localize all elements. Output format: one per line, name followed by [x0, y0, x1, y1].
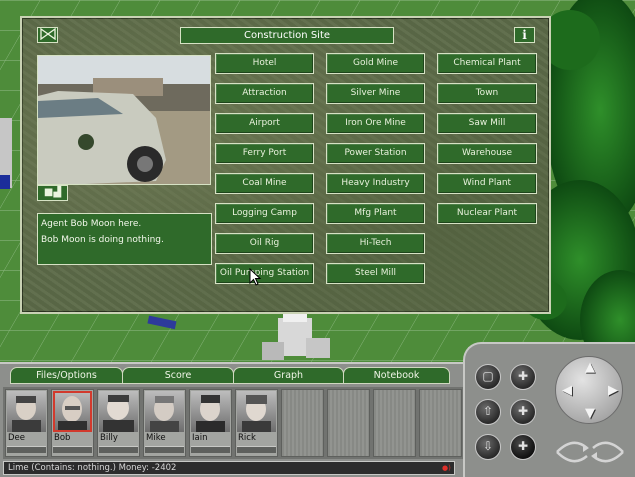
crosshair-icon: ✚: [517, 439, 529, 453]
build-saw-mill-button[interactable]: Saw Mill: [437, 113, 537, 134]
agents-strip: Dee Bob Billy Mike Iain Rick: [3, 387, 465, 459]
agent-status-bar: [7, 446, 46, 453]
avatar-selected: [53, 391, 92, 432]
square-view-button[interactable]: ▢: [475, 364, 501, 390]
build-oil-rig-button[interactable]: Oil Rig: [215, 233, 314, 254]
agent-slot-billy[interactable]: Billy: [97, 389, 140, 457]
rotate-view-icon[interactable]: [553, 434, 627, 468]
agent-name: Mike: [146, 433, 166, 443]
move-icon: ✚: [517, 404, 529, 418]
agent-name: Iain: [192, 433, 208, 443]
agent-status-bar: [145, 446, 184, 453]
agent-photo: [37, 55, 211, 185]
build-attraction-button[interactable]: Attraction: [215, 83, 314, 104]
avatar: [99, 391, 138, 432]
agent-status-bar: [53, 446, 92, 453]
tab-graph[interactable]: Graph: [233, 367, 344, 384]
build-ferry-port-button[interactable]: Ferry Port: [215, 143, 314, 164]
agent-slot-mike[interactable]: Mike: [143, 389, 186, 457]
agent-name: Dee: [8, 433, 26, 443]
build-mfg-plant-button[interactable]: Mfg Plant: [326, 203, 425, 224]
center-view-button[interactable]: ✚: [510, 434, 536, 460]
photo-toggle-button[interactable]: ■▟: [37, 185, 68, 201]
build-logging-camp-button[interactable]: Logging Camp: [215, 203, 314, 224]
camera-icon: ■▟: [43, 187, 62, 198]
build-steel-mill-button[interactable]: Steel Mill: [326, 263, 425, 284]
build-oil-pumping-station-button[interactable]: Oil Pumping Station: [215, 263, 314, 284]
construction-dialog: Construction Site i ■▟ Agent Bob Moon he…: [20, 16, 551, 314]
build-chemical-plant-button[interactable]: Chemical Plant: [437, 53, 537, 74]
build-hi-tech-button[interactable]: Hi-Tech: [326, 233, 425, 254]
agent-slot-empty[interactable]: [281, 389, 324, 457]
status-bar: Lime (Contains: nothing.) Money: -2402: [3, 461, 455, 475]
avatar: [237, 391, 276, 432]
info-button[interactable]: i: [514, 27, 535, 43]
dialog-title: Construction Site: [180, 27, 394, 44]
avatar: [145, 391, 184, 432]
arrow-up-icon[interactable]: ▲: [583, 361, 597, 375]
build-iron-ore-mine-button[interactable]: Iron Ore Mine: [326, 113, 425, 134]
build-gold-mine-button[interactable]: Gold Mine: [326, 53, 425, 74]
build-warehouse-button[interactable]: Warehouse: [437, 143, 537, 164]
build-nuclear-plant-button[interactable]: Nuclear Plant: [437, 203, 537, 224]
square-icon: ▢: [482, 369, 494, 383]
zoom-in-button[interactable]: ✚: [510, 364, 536, 390]
avatar: [191, 391, 230, 432]
camera-control-panel: ▢ ✚ ⇧ ✚ ⇩ ✚ ▲ ▼ ◀ ▶: [463, 342, 635, 477]
agent-slot-bob[interactable]: Bob: [51, 389, 94, 457]
tab-notebook[interactable]: Notebook: [343, 367, 450, 384]
agent-status-bar: [99, 446, 138, 453]
agent-slot-rick[interactable]: Rick: [235, 389, 278, 457]
bottom-toolbar: Files/Options Score Graph Notebook Dee B…: [0, 362, 470, 477]
plus-icon: ✚: [517, 369, 529, 383]
arrow-up-icon: ⇧: [482, 404, 494, 418]
build-town-button[interactable]: Town: [437, 83, 537, 104]
sound-icon[interactable]: ●): [442, 465, 451, 472]
build-silver-mine-button[interactable]: Silver Mine: [326, 83, 425, 104]
direction-pad[interactable]: ▲ ▼ ◀ ▶: [555, 356, 623, 424]
zoom-out-button[interactable]: ✚: [510, 399, 536, 425]
tab-files-options[interactable]: Files/Options: [10, 367, 123, 384]
arrow-down-icon: ⇩: [482, 439, 494, 453]
info-icon: i: [522, 28, 527, 42]
avatar: [7, 391, 46, 432]
agent-slot-empty[interactable]: [373, 389, 416, 457]
build-heavy-industry-button[interactable]: Heavy Industry: [326, 173, 425, 194]
rotate-down-button[interactable]: ⇩: [475, 434, 501, 460]
agent-slot-empty[interactable]: [327, 389, 370, 457]
agent-status-bar: [237, 446, 276, 453]
build-coal-mine-button[interactable]: Coal Mine: [215, 173, 314, 194]
build-hotel-button[interactable]: Hotel: [215, 53, 314, 74]
close-icon: [39, 27, 56, 43]
agent-name: Rick: [238, 433, 256, 443]
build-airport-button[interactable]: Airport: [215, 113, 314, 134]
agent-line-1: Agent Bob Moon here.: [41, 219, 142, 229]
agent-slot-dee[interactable]: Dee: [5, 389, 48, 457]
agent-slot-empty[interactable]: [419, 389, 462, 457]
agent-status-bar: [191, 446, 230, 453]
rotate-up-button[interactable]: ⇧: [475, 399, 501, 425]
agent-name: Bob: [54, 433, 71, 443]
tab-score[interactable]: Score: [122, 367, 234, 384]
agent-line-2: Bob Moon is doing nothing.: [41, 235, 164, 245]
build-wind-plant-button[interactable]: Wind Plant: [437, 173, 537, 194]
arrow-right-icon[interactable]: ▶: [606, 384, 620, 398]
arrow-down-icon[interactable]: ▼: [583, 407, 597, 421]
agent-name: Billy: [100, 433, 118, 443]
agent-slot-iain[interactable]: Iain: [189, 389, 232, 457]
build-power-station-button[interactable]: Power Station: [326, 143, 425, 164]
mouse-pointer-icon: [249, 268, 261, 286]
close-button[interactable]: [37, 27, 58, 43]
agent-message-box: Agent Bob Moon here. Bob Moon is doing n…: [37, 213, 212, 265]
arrow-left-icon[interactable]: ◀: [560, 384, 574, 398]
